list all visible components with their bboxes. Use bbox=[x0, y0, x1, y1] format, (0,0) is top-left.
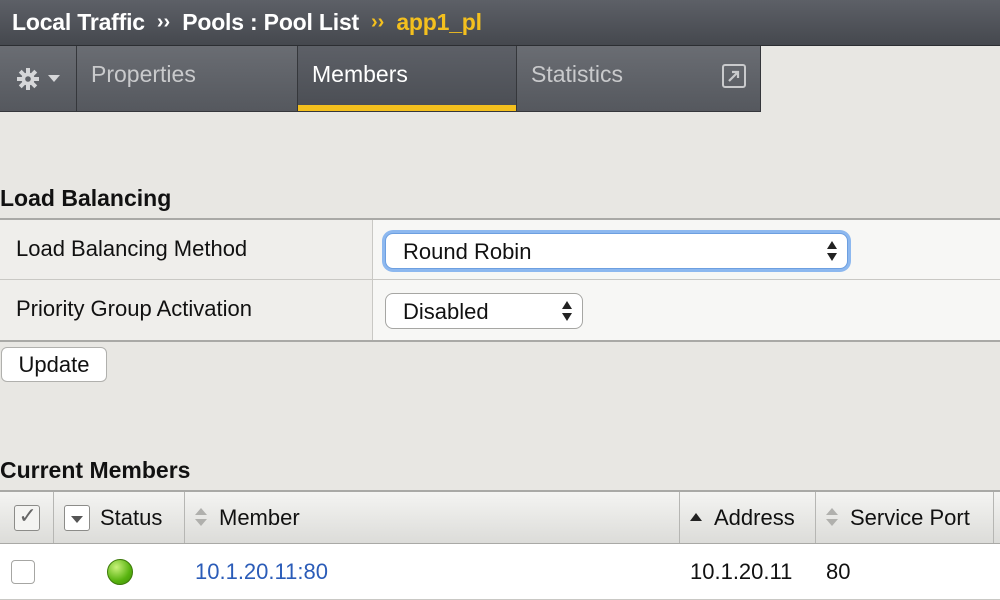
address-column-label: Address bbox=[714, 504, 795, 530]
member-column-header[interactable]: Member bbox=[185, 492, 680, 543]
status-filter-button[interactable] bbox=[64, 504, 90, 531]
lb-method-row: Load Balancing Method Round Robin bbox=[0, 220, 1000, 280]
breadcrumb-pool-list[interactable]: Pools : Pool List bbox=[182, 9, 359, 36]
tab-bar: Properties Members Statistics bbox=[0, 46, 761, 112]
gear-icon bbox=[17, 67, 39, 90]
sort-icon bbox=[826, 507, 838, 528]
members-table-header: Status Member Address Service Port bbox=[0, 490, 1000, 544]
priority-group-value: Disabled bbox=[403, 299, 489, 324]
service-port-column-label: Service Port bbox=[850, 504, 970, 530]
member-port: 80 bbox=[826, 558, 851, 584]
members-table: Status Member Address Service Port 10.1.… bbox=[0, 490, 1000, 600]
load-balancing-table: Load Balancing Method Round Robin Priori… bbox=[0, 218, 1000, 342]
load-balancing-title: Load Balancing bbox=[0, 185, 172, 211]
breadcrumb-local-traffic[interactable]: Local Traffic bbox=[12, 9, 145, 36]
lb-method-label: Load Balancing Method bbox=[0, 220, 373, 279]
sort-ascending-icon bbox=[690, 512, 702, 523]
current-members-title: Current Members bbox=[0, 457, 191, 483]
priority-group-row: Priority Group Activation Disabled bbox=[0, 280, 1000, 340]
tab-properties[interactable]: Properties bbox=[77, 46, 298, 112]
member-link[interactable]: 10.1.20.11:80 bbox=[195, 559, 328, 585]
settings-menu-button[interactable] bbox=[0, 46, 77, 112]
breadcrumb-separator: ›› bbox=[156, 11, 171, 33]
select-all-checkbox[interactable] bbox=[13, 503, 40, 531]
lb-method-select[interactable]: Round Robin bbox=[385, 233, 848, 269]
breadcrumb-separator-current: ›› bbox=[371, 11, 385, 33]
chevron-down-icon bbox=[48, 74, 60, 82]
priority-group-select[interactable]: Disabled bbox=[385, 293, 583, 329]
member-column-label: Member bbox=[219, 504, 300, 530]
sort-icon bbox=[195, 507, 207, 528]
row-checkbox[interactable] bbox=[11, 559, 35, 584]
lb-method-value: Round Robin bbox=[403, 239, 532, 264]
tab-statistics-label: Statistics bbox=[531, 61, 624, 87]
tab-members[interactable]: Members bbox=[298, 46, 517, 112]
breadcrumb-current: app1_pl bbox=[396, 9, 482, 35]
update-button[interactable]: Update bbox=[1, 347, 107, 382]
breadcrumb: Local Traffic ›› Pools : Pool List ›› ap… bbox=[0, 0, 1000, 46]
tab-statistics[interactable]: Statistics bbox=[517, 46, 761, 112]
priority-group-label: Priority Group Activation bbox=[0, 280, 373, 340]
status-column-header[interactable]: Status bbox=[100, 505, 162, 531]
table-row: 10.1.20.11:80 10.1.20.11 80 bbox=[0, 544, 1000, 600]
external-link-icon[interactable] bbox=[722, 64, 746, 88]
select-arrows-icon bbox=[827, 241, 837, 263]
address-column-header[interactable]: Address bbox=[680, 492, 816, 543]
status-available-icon bbox=[106, 558, 133, 585]
service-port-column-header[interactable]: Service Port bbox=[816, 492, 994, 543]
select-arrows-icon bbox=[562, 301, 572, 323]
member-address: 10.1.20.11 bbox=[690, 558, 793, 584]
